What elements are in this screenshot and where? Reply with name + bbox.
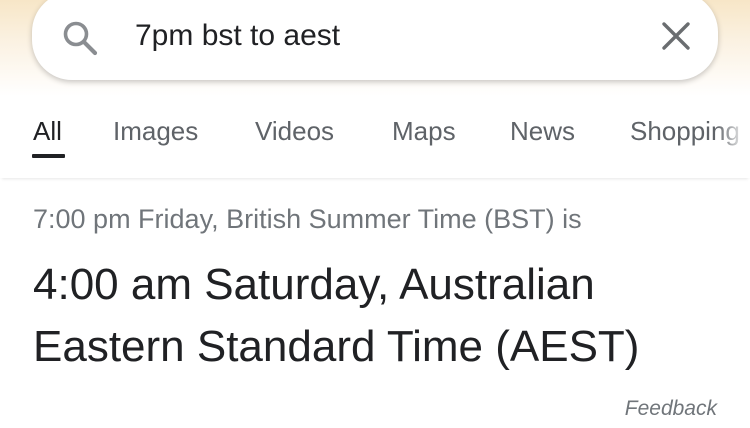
tab-all[interactable]: All [33, 114, 62, 148]
close-icon[interactable] [658, 18, 694, 54]
source-time-line: 7:00 pm Friday, British Summer Time (BST… [33, 204, 582, 234]
tab-videos[interactable]: Videos [255, 114, 334, 148]
active-tab-indicator [32, 154, 65, 158]
tab-images[interactable]: Images [113, 114, 198, 148]
tabs-overflow-fade [716, 100, 750, 170]
tab-news[interactable]: News [510, 114, 575, 148]
search-tabs: All Images Videos Maps News Shopping [0, 100, 750, 178]
search-input[interactable]: 7pm bst to aest [135, 16, 340, 56]
tab-maps[interactable]: Maps [392, 114, 456, 148]
converted-time-answer: 4:00 am Saturday, Australian Eastern Sta… [33, 260, 640, 371]
feedback-link[interactable]: Feedback [625, 396, 717, 422]
search-icon[interactable] [60, 18, 100, 58]
